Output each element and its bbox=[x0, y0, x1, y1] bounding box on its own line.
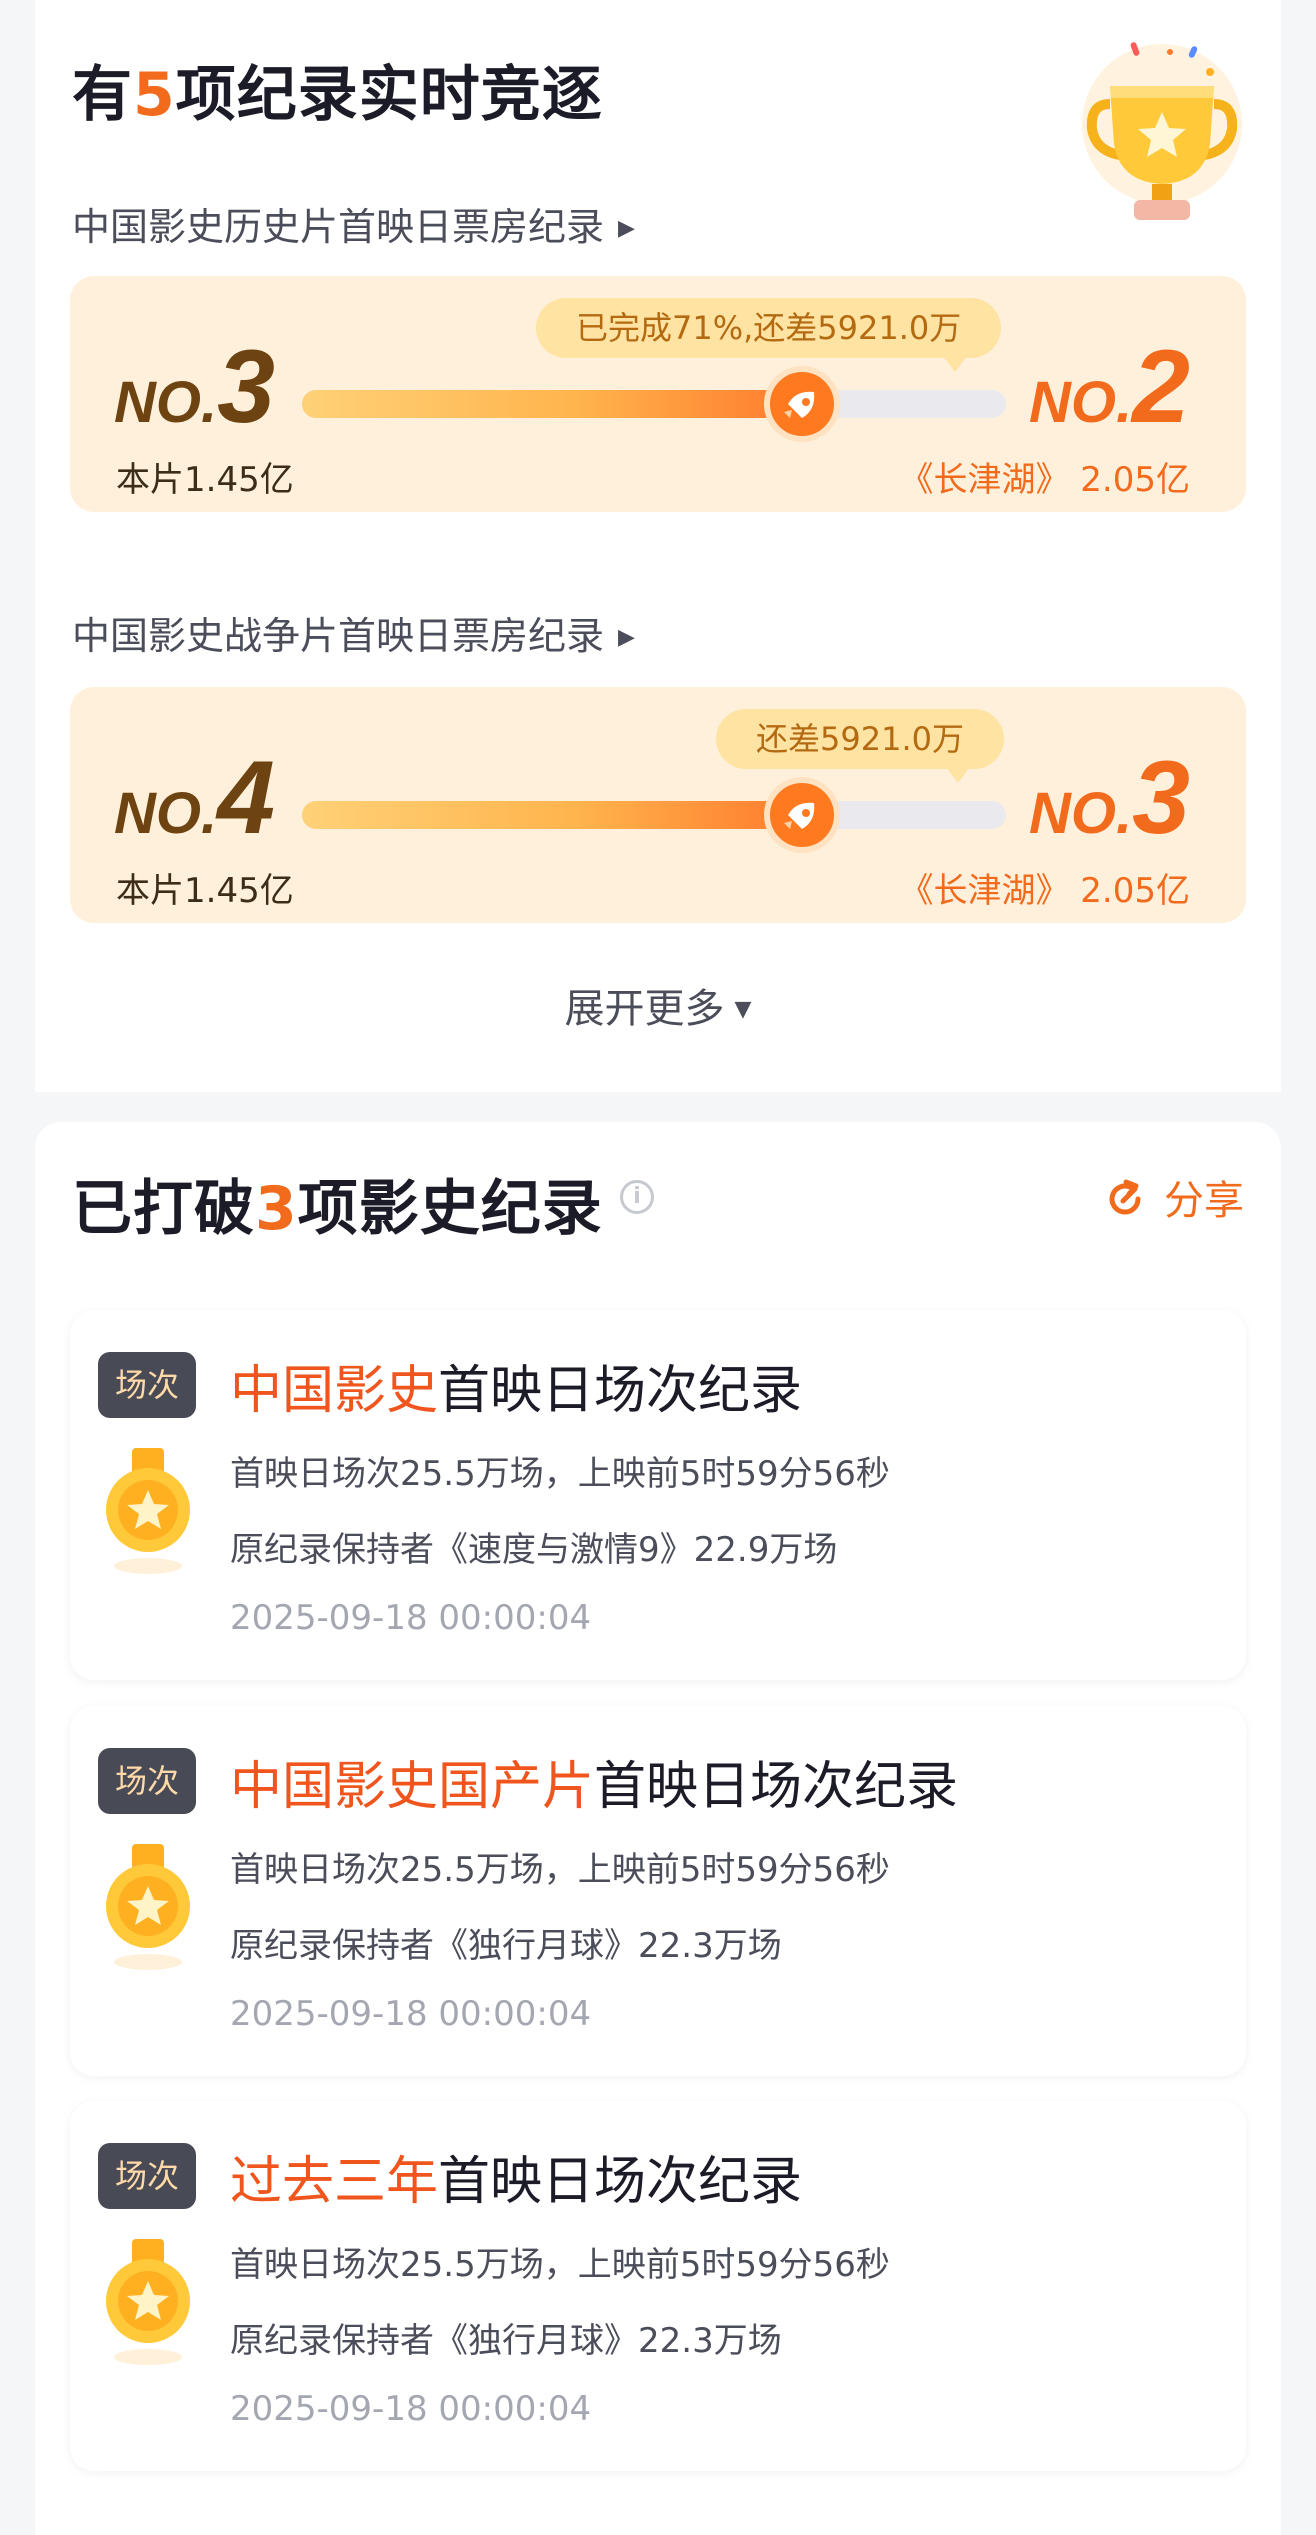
triangle-down-icon: ▼ bbox=[734, 997, 752, 1022]
triangle-right-icon: ▶ bbox=[618, 625, 635, 650]
broken-record-item[interactable]: 场次 中国影史首映日场次纪录 首映日场次25.5万场，上映前5时59分56秒 原… bbox=[70, 1310, 1246, 1680]
target-rank: NO.3 bbox=[1029, 740, 1190, 856]
record-race-war: NO.4 本片1.45亿 还差5921.0万 NO.3 《长津湖》 2.05亿 bbox=[70, 687, 1246, 923]
category-tag: 场次 bbox=[98, 2143, 196, 2209]
broken-records-count: 3 bbox=[255, 1174, 298, 1244]
record-race-history: NO.3 本片1.45亿 已完成71%,还差5921.0万 NO.2 《长津湖》… bbox=[70, 276, 1246, 512]
record-detail: 首映日场次25.5万场，上映前5时59分56秒 bbox=[230, 2245, 890, 2285]
current-boxoffice: 本片1.45亿 bbox=[116, 871, 294, 911]
target-rank: NO.2 bbox=[1029, 329, 1190, 445]
category-tag: 场次 bbox=[98, 1352, 196, 1418]
current-boxoffice: 本片1.45亿 bbox=[116, 460, 294, 500]
triangle-right-icon: ▶ bbox=[618, 216, 635, 241]
medal-icon bbox=[106, 1844, 190, 1970]
record-timestamp: 2025-09-18 00:00:04 bbox=[230, 2389, 592, 2429]
current-rank: NO.4 bbox=[114, 740, 275, 856]
medal-icon bbox=[106, 1448, 190, 1574]
trophy-icon bbox=[1082, 42, 1242, 220]
share-button[interactable]: 分享 bbox=[1104, 1168, 1244, 1226]
share-label: 分享 bbox=[1164, 1178, 1244, 1224]
record-detail: 首映日场次25.5万场，上映前5时59分56秒 bbox=[230, 1850, 890, 1890]
record-title-war[interactable]: 中国影史战争片首映日票房纪录 ▶ bbox=[72, 605, 635, 660]
previous-holder: 原纪录保持者《独行月球》22.3万场 bbox=[230, 1926, 782, 1966]
record-title: 中国影史国产片首映日场次纪录 bbox=[230, 1757, 959, 1817]
rocket-icon bbox=[763, 366, 840, 442]
target-boxoffice: 《长津湖》 2.05亿 bbox=[899, 460, 1190, 500]
rocket-icon bbox=[763, 777, 840, 853]
broken-record-item[interactable]: 场次 中国影史国产片首映日场次纪录 首映日场次25.5万场，上映前5时59分56… bbox=[70, 1706, 1246, 2076]
info-icon[interactable]: i bbox=[620, 1180, 654, 1214]
record-detail: 首映日场次25.5万场，上映前5时59分56秒 bbox=[230, 1454, 890, 1494]
live-records-count: 5 bbox=[133, 60, 176, 130]
refresh-share-icon bbox=[1109, 1179, 1141, 1215]
progress-track bbox=[302, 801, 1006, 829]
progress-fill bbox=[302, 390, 802, 418]
progress-track bbox=[302, 390, 1006, 418]
broken-record-item[interactable]: 场次 过去三年首映日场次纪录 首映日场次25.5万场，上映前5时59分56秒 原… bbox=[70, 2101, 1246, 2471]
previous-holder: 原纪录保持者《速度与激情9》22.9万场 bbox=[230, 1530, 838, 1570]
progress-fill bbox=[302, 801, 802, 829]
progress-bubble: 已完成71%,还差5921.0万 bbox=[536, 298, 1002, 372]
record-timestamp: 2025-09-18 00:00:04 bbox=[230, 1994, 592, 2034]
progress-bubble: 还差5921.0万 bbox=[716, 709, 1004, 783]
category-tag: 场次 bbox=[98, 1748, 196, 1814]
current-rank: NO.3 bbox=[114, 329, 275, 445]
record-timestamp: 2025-09-18 00:00:04 bbox=[230, 1598, 592, 1638]
medal-icon bbox=[106, 2239, 190, 2365]
record-title-history[interactable]: 中国影史历史片首映日票房纪录 ▶ bbox=[72, 196, 635, 251]
expand-more-button[interactable]: 展开更多 ▼ bbox=[0, 976, 1316, 1034]
previous-holder: 原纪录保持者《独行月球》22.3万场 bbox=[230, 2321, 782, 2361]
record-title: 过去三年首映日场次纪录 bbox=[230, 2152, 803, 2212]
broken-records-title: 已打破3项影史纪录 bbox=[72, 1174, 603, 1244]
target-boxoffice: 《长津湖》 2.05亿 bbox=[899, 871, 1190, 911]
live-records-title: 有5项纪录实时竞逐 bbox=[72, 60, 603, 130]
record-title: 中国影史首映日场次纪录 bbox=[230, 1361, 803, 1421]
